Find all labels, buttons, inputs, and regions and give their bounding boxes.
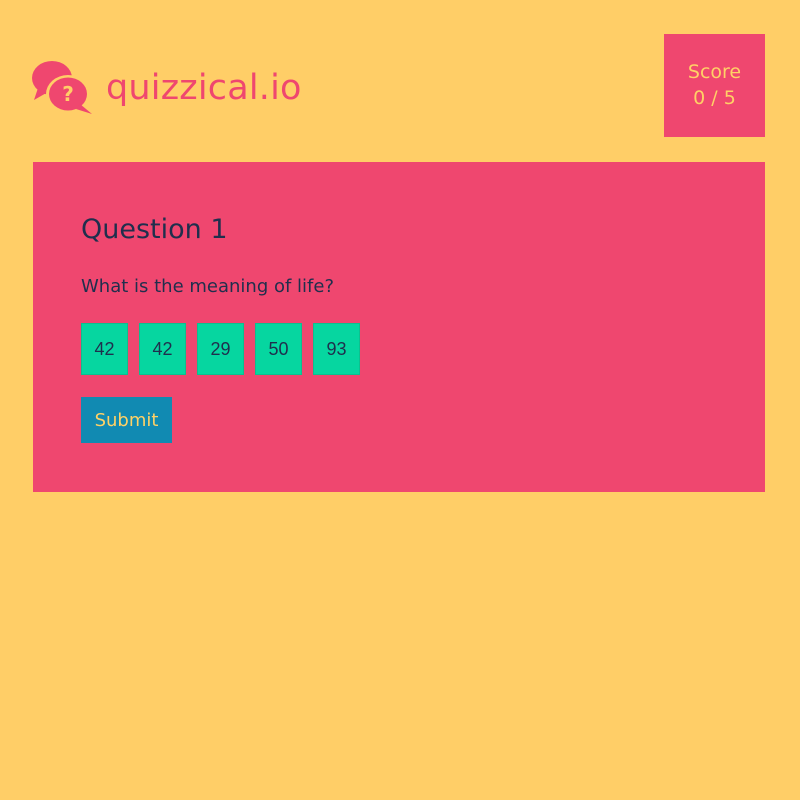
score-value: 0 / 5	[693, 86, 736, 109]
speech-bubbles-question-icon: ?	[32, 61, 92, 114]
score-panel: Score 0 / 5	[664, 34, 765, 137]
answer-option-5[interactable]: 93	[313, 323, 360, 375]
brand-logo-link[interactable]: ? quizzical.io	[30, 58, 302, 118]
answer-option-3[interactable]: 29	[197, 323, 244, 375]
question-card: Question 1 What is the meaning of life? …	[33, 162, 765, 492]
answer-option-1[interactable]: 42	[81, 323, 128, 375]
score-label: Score	[687, 60, 742, 83]
brand-name: quizzical.io	[106, 67, 302, 108]
page: ? quizzical.io Score 0 / 5 Question 1 Wh…	[0, 0, 800, 800]
question-title: Question 1	[81, 214, 228, 245]
answer-options: 42 42 29 50 93	[81, 323, 360, 375]
logo-question-mark: ?	[62, 82, 74, 106]
answer-option-4[interactable]: 50	[255, 323, 302, 375]
question-text: What is the meaning of life?	[81, 276, 335, 297]
submit-button[interactable]: Submit	[81, 397, 172, 443]
answer-option-2[interactable]: 42	[139, 323, 186, 375]
